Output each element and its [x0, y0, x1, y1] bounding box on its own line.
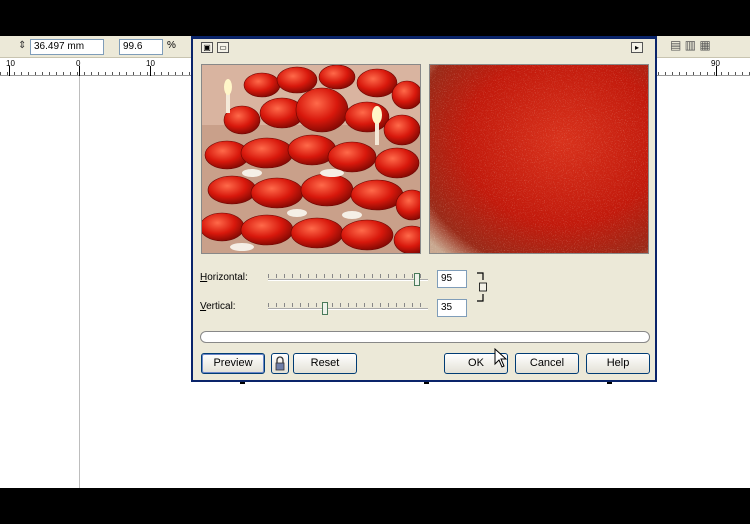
ruler-major-tick: [79, 66, 80, 76]
vertical-slider[interactable]: [268, 302, 428, 315]
horizontal-slider-thumb[interactable]: [414, 273, 421, 286]
scale-field[interactable]: 99.6: [119, 39, 163, 55]
reset-button[interactable]: Reset: [293, 353, 357, 374]
ruler-label: 10: [6, 59, 15, 68]
progress-bar: [200, 331, 650, 343]
vertical-value-input[interactable]: 35: [437, 299, 467, 317]
object-size-field[interactable]: 36.497 mm: [30, 39, 104, 55]
mouse-cursor-icon: [494, 348, 508, 368]
link-chain-icon[interactable]: [477, 272, 487, 302]
ruler-major-tick: [716, 66, 717, 76]
collapse-icon[interactable]: ▣: [201, 42, 213, 53]
original-preview-image: [201, 64, 421, 254]
page-border-guide: [79, 76, 80, 488]
horizontal-slider[interactable]: [268, 273, 428, 286]
toolbar-icons[interactable]: ▤ ▥ ▦: [670, 38, 711, 52]
horizontal-value-input[interactable]: 95: [437, 270, 467, 288]
scale-unit-label: %: [167, 40, 176, 51]
effect-dialog: ▣ ▭ ▸ Horizontal: 95 Vertical: 35 Previe…: [191, 36, 657, 382]
expand-icon[interactable]: ▸: [631, 42, 643, 53]
video-letterbox-bottom: [0, 488, 750, 524]
lock-preview-button[interactable]: [271, 353, 289, 374]
application-window: ⇕ 36.497 mm 99.6 % ▤ ▥ ▦ 10 0 10 90 ▣ ▭ …: [0, 36, 750, 488]
preview-button[interactable]: Preview: [201, 353, 265, 374]
lock-icon: [275, 356, 285, 371]
vertical-label: Vertical:: [200, 301, 236, 312]
ruler-major-tick: [150, 66, 151, 76]
effect-preview-image: [429, 64, 649, 254]
cancel-button[interactable]: Cancel: [515, 353, 579, 374]
ruler-major-tick: [9, 66, 10, 76]
height-icon: ⇕: [18, 40, 27, 51]
dual-preview-icon[interactable]: ▭: [217, 42, 229, 53]
help-button[interactable]: Help: [586, 353, 650, 374]
video-letterbox-top: [0, 0, 750, 36]
horizontal-label: Horizontal:: [200, 272, 248, 283]
vertical-slider-thumb[interactable]: [321, 302, 328, 315]
